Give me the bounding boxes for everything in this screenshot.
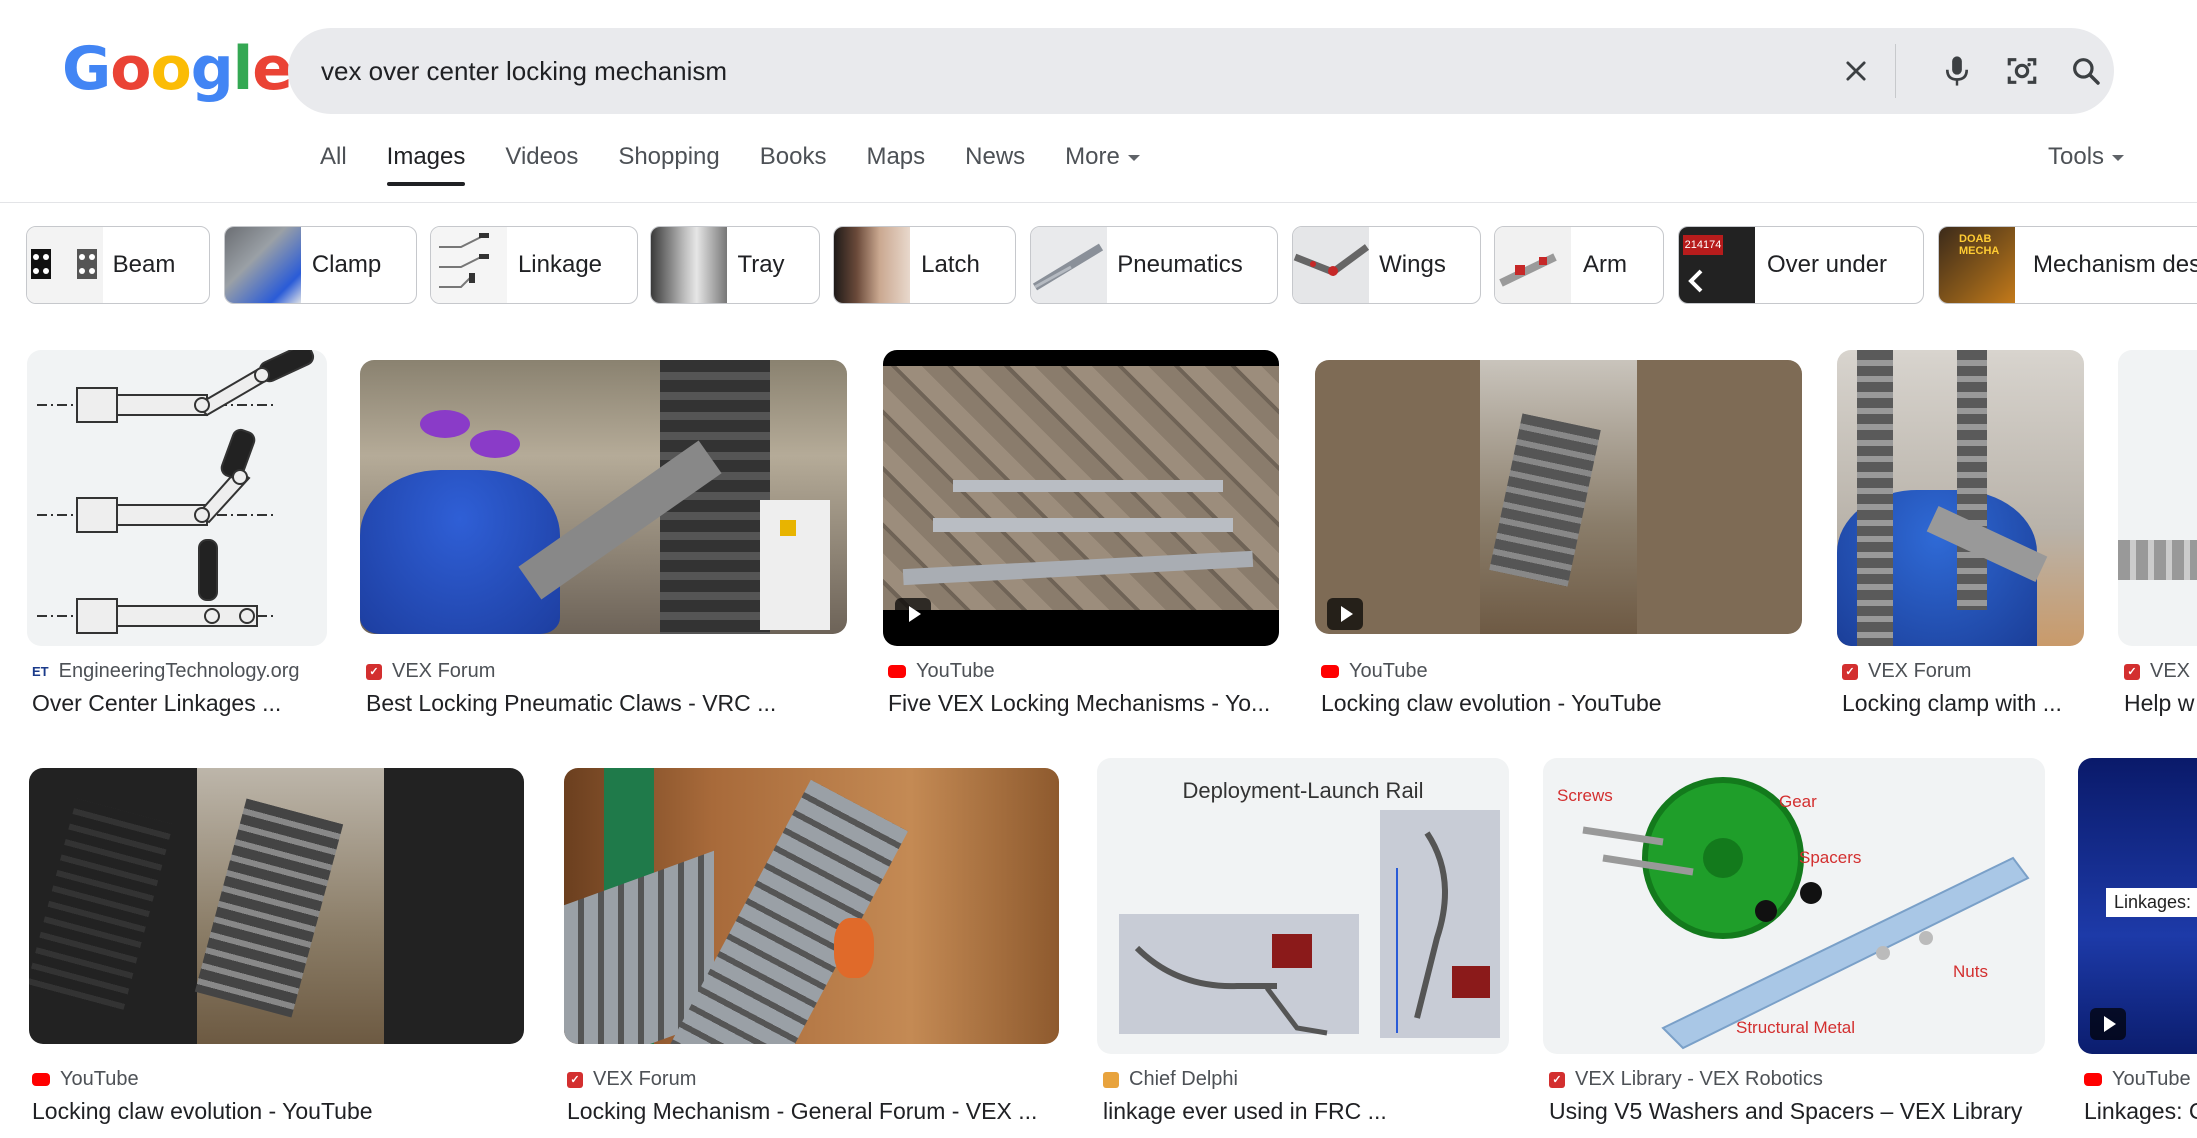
- youtube-favicon: [32, 1073, 50, 1086]
- chip-thumbnail: DOAB MECHA: [1939, 227, 2015, 303]
- result-source[interactable]: YouTube: [1321, 660, 1428, 683]
- result-source[interactable]: ✓ VEX Forum: [567, 1068, 696, 1091]
- chip-thumbnail: [1495, 227, 1571, 303]
- result-image[interactable]: [564, 768, 1059, 1044]
- chip-tray[interactable]: Tray: [650, 226, 820, 304]
- play-icon: [1327, 598, 1363, 630]
- result-video-thumbnail[interactable]: [29, 768, 524, 1044]
- site-favicon: ET: [32, 664, 49, 679]
- chevron-down-icon: [2112, 154, 2125, 161]
- vex-favicon: ✓: [1549, 1071, 1565, 1088]
- tab-shopping[interactable]: Shopping: [618, 142, 719, 190]
- chip-clamp[interactable]: Clamp: [224, 226, 417, 304]
- result-source[interactable]: ✓VEX F: [2124, 660, 2197, 683]
- chip-wings[interactable]: Wings: [1292, 226, 1481, 304]
- result-video-thumbnail[interactable]: Linkages:: [2078, 758, 2197, 1054]
- tab-news[interactable]: News: [965, 142, 1025, 190]
- blue-bucket: [360, 470, 560, 634]
- chip-over-under[interactable]: 214174 Over under: [1678, 226, 1924, 304]
- search-divider: [1895, 44, 1896, 98]
- clear-icon[interactable]: [1834, 49, 1878, 93]
- tab-more[interactable]: More: [1065, 142, 1140, 190]
- result-image[interactable]: Screws Gear Spacers Nuts Structural Meta…: [1543, 758, 2045, 1054]
- chip-thumbnail: [834, 227, 910, 303]
- tab-videos[interactable]: Videos: [505, 142, 578, 190]
- tab-maps[interactable]: Maps: [866, 142, 925, 190]
- youtube-favicon: [1321, 665, 1339, 678]
- result-source[interactable]: YouTube: [2084, 1068, 2191, 1091]
- header-divider: [0, 202, 2197, 203]
- lens-camera-icon[interactable]: [2000, 49, 2044, 93]
- result-video-thumbnail[interactable]: [883, 350, 1279, 646]
- result-title[interactable]: Linkages: C: [2084, 1098, 2197, 1125]
- chip-mechanism-design[interactable]: DOAB MECHA Mechanism des: [1938, 226, 2197, 304]
- result-source[interactable]: ✓ VEX Library - VEX Robotics: [1549, 1068, 1823, 1091]
- vex-favicon: ✓: [567, 1071, 583, 1088]
- result-source[interactable]: ✓ VEX Forum: [366, 660, 495, 683]
- chip-thumbnail: [1293, 227, 1370, 303]
- chip-latch[interactable]: Latch: [833, 226, 1016, 304]
- vex-favicon: ✓: [1842, 663, 1858, 680]
- result-video-thumbnail[interactable]: [1315, 360, 1802, 634]
- chip-thumbnail: [225, 227, 301, 303]
- google-logo[interactable]: Google: [62, 34, 293, 104]
- vex-favicon: ✓: [2124, 663, 2140, 680]
- search-icon[interactable]: [2064, 49, 2108, 93]
- result-title[interactable]: Over Center Linkages ...: [32, 690, 281, 717]
- chip-thumbnail: [431, 227, 507, 303]
- result-image[interactable]: [2118, 350, 2197, 646]
- over-center-linkage-diagram: [37, 350, 315, 634]
- result-title[interactable]: Locking clamp with ...: [1842, 690, 2062, 717]
- search-tabs: All Images Videos Shopping Books Maps Ne…: [320, 142, 1180, 190]
- tab-images[interactable]: Images: [386, 142, 465, 190]
- result-image[interactable]: Deployment-Launch Rail: [1097, 758, 1509, 1054]
- search-input[interactable]: vex over center locking mechanism: [321, 28, 727, 114]
- chief-delphi-favicon: [1103, 1071, 1119, 1088]
- microphone-icon[interactable]: [1935, 49, 1979, 93]
- result-image[interactable]: [1837, 350, 2084, 646]
- play-icon: [2090, 1008, 2126, 1040]
- chip-thumbnail: [1031, 227, 1107, 303]
- result-image[interactable]: [360, 360, 847, 634]
- tab-books[interactable]: Books: [760, 142, 827, 190]
- result-source[interactable]: YouTube: [888, 660, 995, 683]
- chip-arm[interactable]: Arm: [1494, 226, 1664, 304]
- chip-pneumatics[interactable]: Pneumatics: [1030, 226, 1278, 304]
- youtube-favicon: [888, 665, 906, 678]
- result-title[interactable]: linkage ever used in FRC ...: [1103, 1098, 1387, 1125]
- play-icon: [895, 598, 931, 630]
- vex-favicon: ✓: [366, 663, 382, 680]
- result-title[interactable]: Locking Mechanism - General Forum - VEX …: [567, 1098, 1037, 1125]
- youtube-favicon: [2084, 1073, 2102, 1086]
- result-title[interactable]: Locking claw evolution - YouTube: [1321, 690, 1662, 717]
- chip-linkage[interactable]: Linkage: [430, 226, 638, 304]
- result-image[interactable]: [27, 350, 327, 646]
- result-title[interactable]: Best Locking Pneumatic Claws - VRC ...: [366, 690, 776, 717]
- result-title[interactable]: Help w: [2124, 690, 2194, 717]
- chip-beam[interactable]: Beam: [26, 226, 210, 304]
- result-source[interactable]: Chief Delphi: [1103, 1068, 1238, 1091]
- chevron-down-icon: [1127, 154, 1140, 161]
- result-source[interactable]: ET EngineeringTechnology.org: [32, 660, 300, 683]
- chip-thumbnail: [651, 227, 727, 303]
- chip-thumbnail: [27, 227, 103, 303]
- result-title[interactable]: Five VEX Locking Mechanisms - Yo...: [888, 690, 1270, 717]
- result-source[interactable]: YouTube: [32, 1068, 139, 1091]
- tab-all[interactable]: All: [320, 142, 347, 190]
- result-source[interactable]: ✓ VEX Forum: [1842, 660, 1971, 683]
- chip-thumbnail: 214174: [1679, 227, 1755, 303]
- result-title[interactable]: Locking claw evolution - YouTube: [32, 1098, 373, 1125]
- tools-button[interactable]: Tools: [2048, 142, 2125, 172]
- result-title[interactable]: Using V5 Washers and Spacers – VEX Libra…: [1549, 1098, 2022, 1125]
- search-bar[interactable]: vex over center locking mechanism: [288, 28, 2114, 114]
